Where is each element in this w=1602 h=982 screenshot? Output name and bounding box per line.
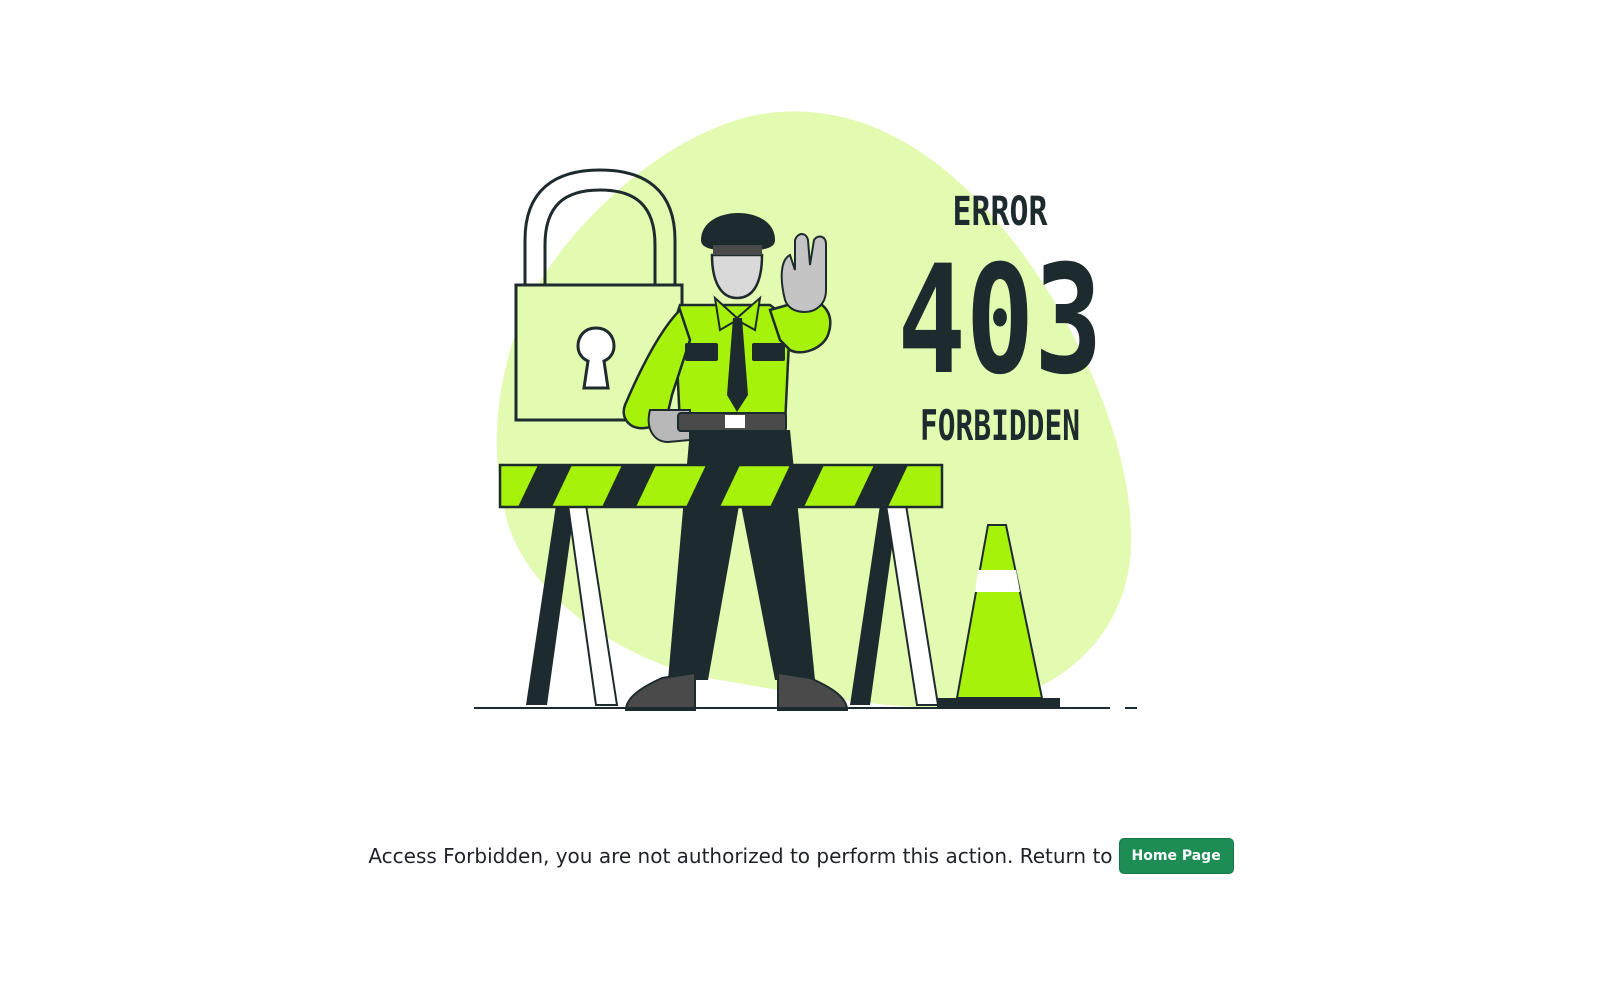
barrier-bar [498,463,944,509]
home-page-button[interactable]: Home Page [1118,838,1234,874]
forbidden-illustration: ERROR 403 FORBIDDEN [474,111,1137,711]
error-code: 403 [898,234,1103,408]
forbidden-message: Access Forbidden, you are not authorized… [368,844,1113,868]
error-label: ERROR [953,189,1049,235]
forbidden-label: FORBIDDEN [920,401,1080,450]
message-row: Access Forbidden, you are not authorized… [0,838,1602,874]
